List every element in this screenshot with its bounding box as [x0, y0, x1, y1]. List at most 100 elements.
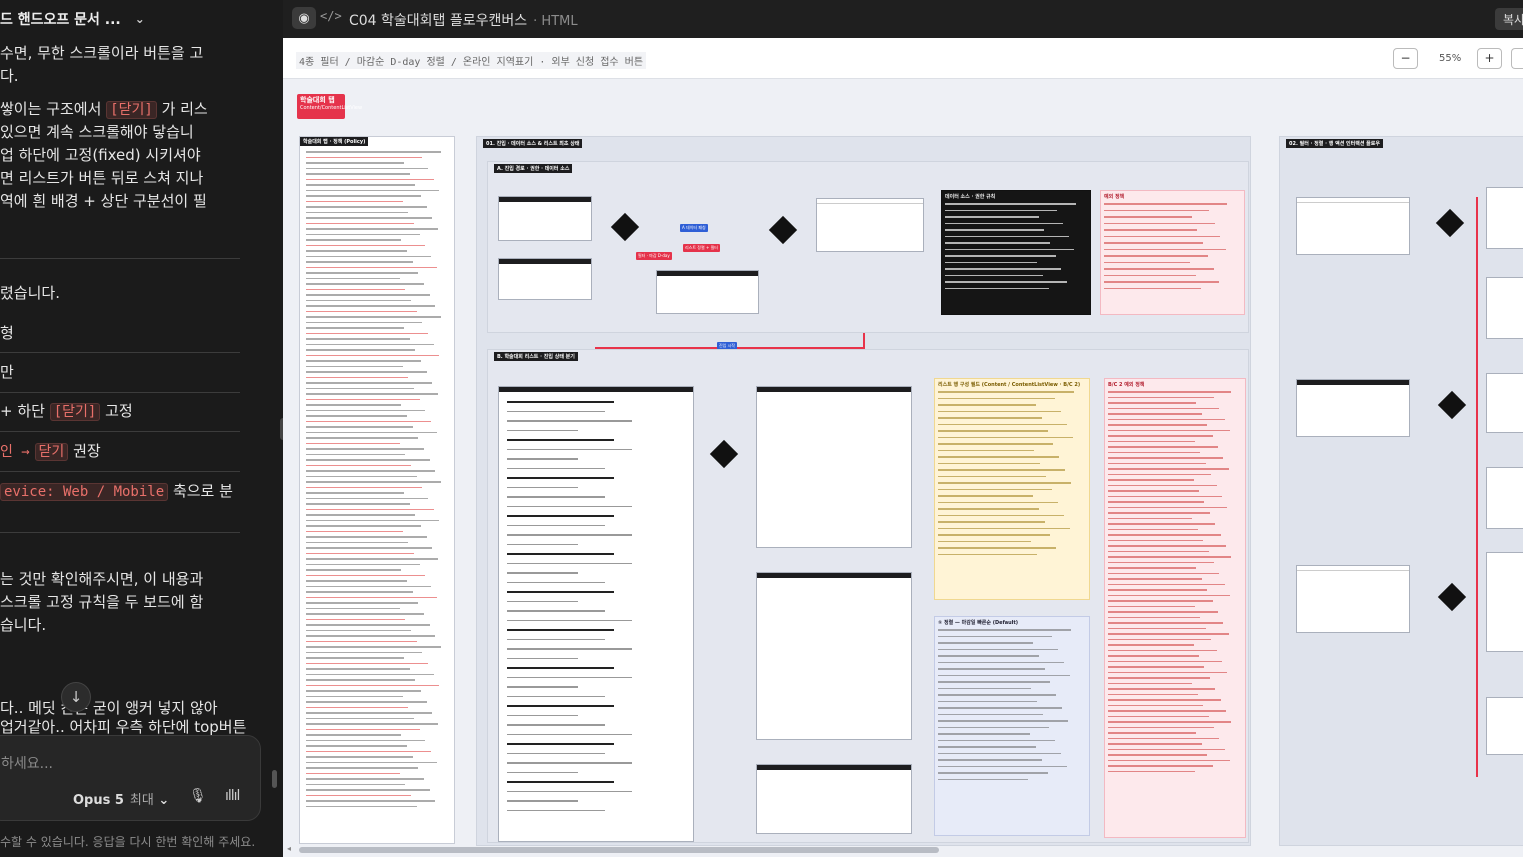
chat-line: 수면, 무한 스크롤이라 버튼을 고: [0, 44, 204, 62]
text-line-placeholder: [306, 217, 433, 219]
code-view-button[interactable]: </>: [320, 9, 342, 23]
scroll-left-icon[interactable]: ◂: [287, 844, 291, 853]
list-row-placeholder: [507, 800, 579, 802]
text-line-placeholder: [306, 756, 413, 758]
text-line-placeholder: [306, 717, 414, 719]
flow-canvas[interactable]: 4종 필터 / 마감순 D-day 정렬 / 온라인 지역표기 · 외부 신청 …: [283, 38, 1523, 857]
screen-card: [1486, 277, 1523, 339]
text-line-placeholder: [1104, 242, 1203, 244]
divider: [0, 471, 240, 472]
sort-note: ① 정렬 — 마감일 빠른순 (Default): [934, 616, 1090, 836]
text-line-placeholder: [1108, 572, 1220, 574]
chevron-down-icon[interactable]: ⌄: [135, 12, 145, 26]
text-line-placeholder: [1108, 710, 1226, 712]
text-line-placeholder: [306, 173, 410, 175]
text-line-placeholder: [306, 673, 434, 675]
text-line-placeholder: [306, 167, 429, 169]
text-line-placeholder: [306, 409, 426, 411]
text-line-placeholder: [306, 536, 427, 538]
text-line-placeholder: [938, 726, 1049, 728]
text-line-placeholder: [1108, 743, 1202, 745]
message-input[interactable]: 하세요...: [1, 753, 53, 773]
text-line-placeholder: [1108, 561, 1214, 563]
list-row-placeholder: [507, 790, 632, 792]
text-line-placeholder: [938, 661, 1064, 663]
text-line-placeholder: [938, 746, 1036, 748]
text-line-placeholder: [938, 404, 1036, 406]
text-line-placeholder: [1108, 737, 1220, 739]
text-line-placeholder: [1108, 501, 1205, 503]
text-line-placeholder: [1108, 622, 1224, 624]
list-row-placeholder: [507, 648, 632, 650]
list-row-placeholder: [507, 429, 579, 431]
text-line-placeholder: [938, 495, 1033, 497]
copy-button[interactable]: 복사: [1495, 8, 1523, 30]
text-line-placeholder: [306, 569, 402, 571]
text-line-placeholder: [1108, 699, 1221, 701]
text-line-placeholder: [306, 585, 431, 587]
decision-node: [709, 439, 739, 469]
text-line-placeholder: [306, 800, 436, 802]
text-line-placeholder: [938, 417, 1042, 419]
text-line-placeholder: [945, 229, 1045, 231]
text-line-placeholder: [306, 211, 409, 213]
text-line-placeholder: [306, 470, 436, 472]
text-line-placeholder: [1108, 462, 1206, 464]
text-line-placeholder: [1108, 754, 1208, 756]
artifact-preview: ◉ </> C04 학술대회탭 플로우캔버스 · HTML 복사 4종 필터 / …: [283, 0, 1523, 857]
text-line-placeholder: [1108, 402, 1197, 404]
section-01: 01. 진입 · 데이터 소스 & 리스트 최초 상태 A. 진입 경로 · 권…: [476, 136, 1251, 846]
text-line-placeholder: [306, 701, 427, 703]
text-line-placeholder: [1108, 528, 1198, 530]
screen-card: [1486, 187, 1523, 249]
text-line-placeholder: [1108, 677, 1210, 679]
model-level: 최대: [129, 793, 154, 808]
zoom-out-button[interactable]: −: [1393, 48, 1418, 69]
list-row-placeholder: [507, 486, 579, 488]
text-line-placeholder: [306, 255, 431, 257]
subsection-b: B. 학술대회 리스트 · 진입 상태 분기 리스트 행 구성 필드 (Cont…: [487, 349, 1249, 843]
text-line-placeholder: [1108, 407, 1220, 409]
text-line-placeholder: [938, 423, 1067, 425]
microphone-icon[interactable]: 🎙: [189, 788, 207, 804]
message-composer[interactable]: 하세요... Opus 5 최대 ⌄ 🎙 ıllıl: [0, 735, 261, 821]
text-line-placeholder: [306, 629, 412, 631]
section-02: 02. 필터 · 정렬 · 행 액션 인터랙션 플로우: [1279, 136, 1523, 846]
chat-scrollbar[interactable]: [272, 770, 277, 788]
text-line-placeholder: [1108, 534, 1221, 536]
text-line-placeholder: [306, 321, 423, 323]
text-line-placeholder: [1108, 589, 1208, 591]
flow-label: 필터 · 마감 D-day: [636, 252, 672, 260]
text-line-placeholder: [306, 679, 416, 681]
text-line-placeholder: [306, 448, 424, 450]
text-line-placeholder: [306, 239, 402, 241]
zoom-in-button[interactable]: +: [1477, 48, 1502, 69]
text-line-placeholder: [938, 629, 1072, 631]
text-line-placeholder: [1108, 468, 1229, 470]
text-line-placeholder: [1108, 666, 1205, 668]
app-window: 드 핸드오프 문서 ... ⌄ 수면, 무한 스크롤이라 버튼을 고 다. 쌓이…: [0, 0, 1523, 857]
text-line-placeholder: [306, 690, 422, 692]
text-line-placeholder: [306, 657, 404, 659]
text-line-placeholder: [1108, 495, 1222, 497]
flow-label: A 데이터 패칭: [680, 224, 708, 232]
text-line-placeholder: [1108, 605, 1196, 607]
list-row-placeholder: [507, 543, 579, 545]
list-row-placeholder: [507, 781, 614, 783]
text-line-placeholder: [306, 651, 423, 653]
text-line-placeholder: [306, 382, 433, 384]
list-row-placeholder: [507, 600, 579, 602]
text-line-placeholder: [306, 453, 406, 455]
screen-card: [1486, 552, 1523, 652]
text-line-placeholder: [306, 288, 406, 290]
text-line-placeholder: [1104, 261, 1191, 263]
chevron-down-icon: ⌄: [158, 793, 170, 808]
scroll-down-button[interactable]: ↓: [61, 682, 91, 712]
preview-toggle-button[interactable]: ◉: [292, 7, 316, 29]
thread-title-bar[interactable]: 드 핸드오프 문서 ... ⌄: [0, 0, 283, 38]
model-selector[interactable]: Opus 5 최대 ⌄: [73, 789, 169, 808]
voice-mode-icon[interactable]: ıllıl: [225, 788, 240, 804]
zoom-fit-button[interactable]: [1511, 48, 1523, 69]
horizontal-scrollbar[interactable]: [299, 847, 939, 853]
text-line-placeholder: [306, 783, 406, 785]
